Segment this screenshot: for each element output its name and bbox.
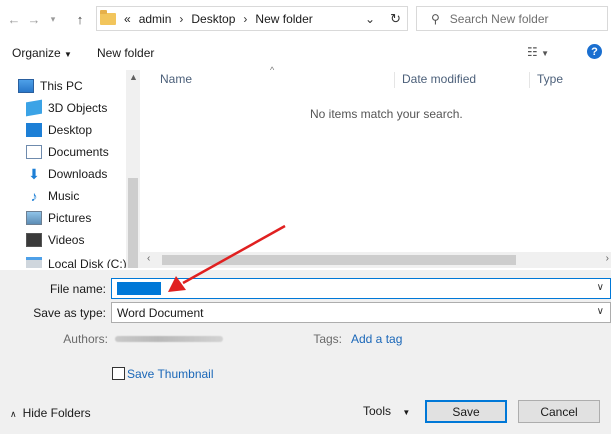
authors-value-redacted[interactable]: [115, 336, 223, 342]
new-folder-button[interactable]: New folder: [97, 46, 154, 60]
sort-ascending-icon: ^: [270, 65, 275, 75]
authors-label: Authors:: [63, 332, 108, 346]
nav-item-downloads[interactable]: ⬇ Downloads: [26, 163, 140, 185]
scrollbar-thumb[interactable]: [128, 178, 138, 268]
file-name-selection: [117, 282, 161, 295]
chevron-down-icon: ▼: [402, 408, 411, 417]
save-thumbnail-label[interactable]: Save Thumbnail: [127, 367, 214, 381]
search-box[interactable]: ⚲: [416, 6, 608, 31]
search-input[interactable]: [449, 11, 600, 26]
nav-item-3d-objects[interactable]: 3D Objects: [26, 97, 140, 119]
save-form-panel: File name: ∨ Save as type: Word Document…: [0, 270, 611, 434]
nav-item-pictures[interactable]: Pictures: [26, 207, 140, 229]
nav-item-label: Music: [48, 189, 80, 203]
nav-item-videos[interactable]: Videos: [26, 229, 140, 251]
help-icon[interactable]: ?: [587, 44, 602, 59]
music-note-icon: ♪: [30, 188, 38, 204]
navigation-scrollbar[interactable]: ▲: [126, 70, 140, 268]
film-icon: [26, 233, 42, 247]
empty-folder-message: No items match your search.: [310, 107, 463, 121]
nav-item-label: 3D Objects: [48, 101, 108, 115]
nav-item-desktop[interactable]: Desktop: [26, 119, 140, 141]
navigation-pane: This PC 3D Objects Desktop Documents ⬇ D…: [0, 70, 140, 268]
breadcrumb-overflow[interactable]: «: [124, 12, 131, 26]
breadcrumb-admin[interactable]: admin: [139, 12, 172, 26]
breadcrumb-desktop[interactable]: Desktop: [191, 12, 235, 26]
change-view-icon[interactable]: ☷ ▼: [527, 45, 549, 59]
save-as-type-select[interactable]: Word Document ∨: [111, 302, 611, 323]
file-name-label: File name:: [49, 282, 106, 296]
document-icon: [26, 145, 42, 159]
chevron-up-icon: ∧: [10, 409, 17, 419]
nav-item-local-disk[interactable]: Local Disk (C:): [26, 253, 140, 268]
horizontal-scrollbar[interactable]: ‹ ›: [140, 252, 611, 268]
folder-icon: [100, 9, 116, 25]
organize-label: Organize: [12, 46, 61, 60]
search-icon: ⚲: [431, 11, 440, 26]
nav-item-label: Desktop: [48, 123, 93, 137]
download-arrow-icon: ⬇: [28, 166, 40, 182]
scroll-up-arrow-icon[interactable]: ▲: [129, 72, 138, 82]
nav-item-music[interactable]: ♪ Music: [26, 185, 140, 207]
command-bar: Organize ▼ New folder ☷ ▼ ?: [0, 40, 611, 66]
back-arrow-icon[interactable]: ←: [4, 7, 24, 31]
nav-item-label: Pictures: [48, 211, 92, 225]
recent-locations-chevron-icon[interactable]: ▾: [43, 7, 63, 31]
save-button[interactable]: Save: [425, 400, 507, 423]
address-dropdown-chevron-icon[interactable]: ⌄: [365, 12, 375, 26]
organize-button[interactable]: Organize ▼: [12, 46, 72, 60]
scrollbar-thumb[interactable]: [162, 255, 516, 265]
tags-label: Tags:: [313, 332, 342, 346]
desktop-icon: [26, 123, 42, 137]
forward-arrow-icon[interactable]: →: [24, 7, 44, 31]
nav-item-label: Downloads: [48, 167, 108, 181]
hide-folders-button[interactable]: ∧ Hide Folders: [10, 406, 91, 420]
scroll-left-arrow-icon[interactable]: ‹: [147, 253, 150, 264]
breadcrumb-separator[interactable]: ›: [243, 12, 247, 26]
column-header-name[interactable]: Name: [160, 72, 192, 86]
picture-icon: [26, 211, 42, 225]
refresh-icon[interactable]: ↻: [390, 11, 401, 27]
column-header-date-modified[interactable]: Date modified: [402, 72, 476, 86]
cancel-button[interactable]: Cancel: [518, 400, 600, 423]
chevron-down-icon: ∨: [596, 306, 604, 317]
cube-icon: [26, 99, 42, 117]
tools-label: Tools: [363, 404, 392, 418]
nav-item-label: Videos: [48, 233, 85, 247]
nav-item-label: Local Disk (C:): [48, 257, 127, 268]
scroll-right-arrow-icon[interactable]: ›: [606, 253, 609, 264]
chevron-down-icon: ▼: [64, 50, 72, 59]
save-thumbnail-checkbox[interactable]: [112, 367, 125, 380]
tools-button[interactable]: Tools ▼: [363, 404, 410, 418]
nav-item-documents[interactable]: Documents: [26, 141, 140, 163]
nav-item-label: This PC: [40, 79, 83, 93]
address-bar[interactable]: « admin › Desktop › New folder ⌄ ↻: [96, 6, 408, 31]
up-arrow-icon[interactable]: ↑: [70, 7, 90, 31]
breadcrumb-new-folder[interactable]: New folder: [255, 12, 312, 26]
computer-icon: [18, 79, 34, 93]
save-as-type-label: Save as type:: [33, 306, 106, 320]
address-row: ← → ▾ ↑ « admin › Desktop › New folder ⌄…: [0, 0, 611, 38]
column-divider[interactable]: [394, 72, 395, 88]
column-header-type[interactable]: Type: [537, 72, 563, 86]
drive-icon: [26, 257, 42, 268]
save-as-type-value: Word Document: [117, 306, 204, 320]
hide-folders-label: Hide Folders: [22, 406, 91, 420]
add-tag-link[interactable]: Add a tag: [351, 332, 402, 346]
file-list-pane: Name ^ Date modified Type No items match…: [140, 65, 611, 268]
breadcrumb-separator[interactable]: ›: [179, 12, 183, 26]
file-name-field[interactable]: ∨: [111, 278, 611, 299]
chevron-down-icon[interactable]: ∨: [597, 282, 604, 293]
nav-item-label: Documents: [48, 145, 109, 159]
nav-item-this-pc[interactable]: This PC: [18, 75, 140, 97]
column-divider[interactable]: [529, 72, 530, 88]
